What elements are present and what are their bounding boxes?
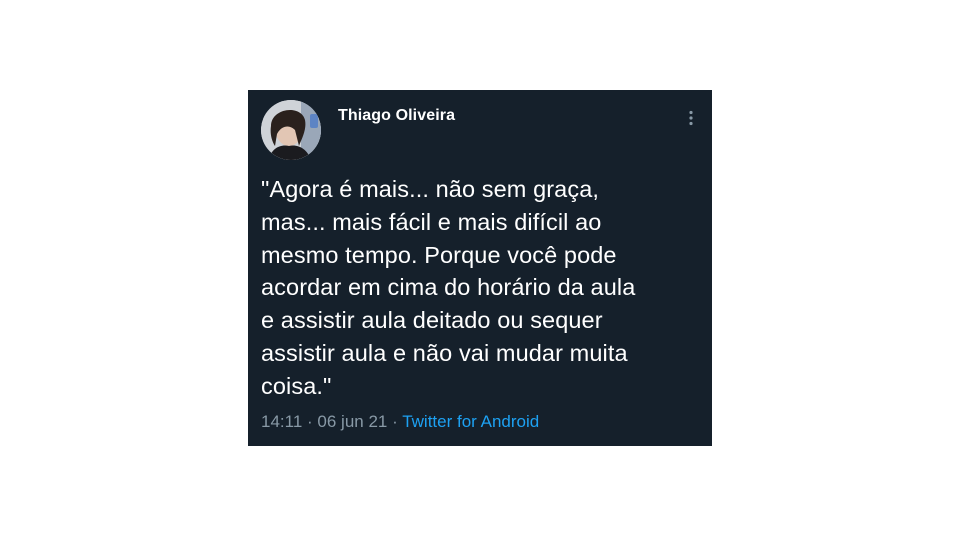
avatar[interactable]: [261, 100, 321, 160]
tweet-source-link[interactable]: Twitter for Android: [402, 412, 539, 431]
tweet-time: 14:11: [261, 412, 303, 431]
tweet-date[interactable]: 06 jun 21: [317, 412, 387, 431]
author-name[interactable]: Thiago Oliveira: [338, 107, 455, 125]
tweet-text: "Agora é mais... não sem graça, mas... m…: [261, 176, 636, 399]
meta-separator: ·: [392, 412, 398, 431]
avatar-image: [261, 100, 321, 160]
tweet-meta: 14:11 · 06 jun 21 · Twitter for Android: [261, 412, 539, 432]
tweet-card: Thiago Oliveira "Agora é mais... não sem…: [248, 90, 712, 446]
meta-separator: ·: [307, 412, 313, 431]
more-vertical-icon[interactable]: [686, 110, 696, 126]
